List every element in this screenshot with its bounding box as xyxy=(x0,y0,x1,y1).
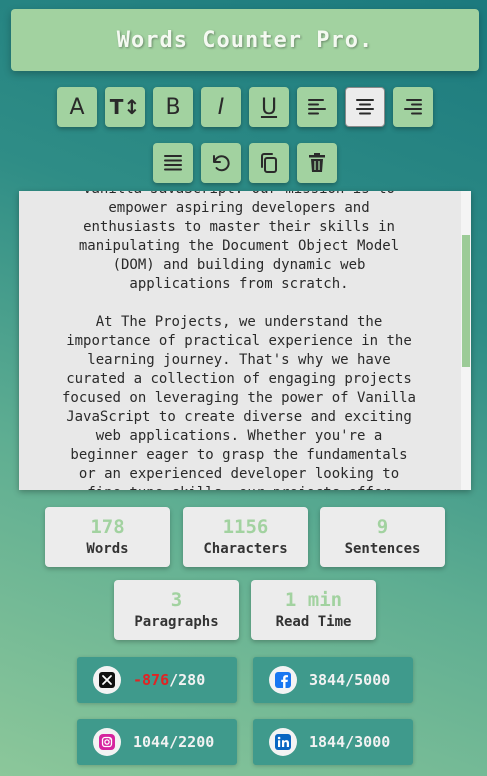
x-count: -876/280 xyxy=(133,671,205,689)
read-time-value: 1 min xyxy=(284,588,343,611)
words-label: Words xyxy=(86,540,129,557)
text-editor[interactable]: Vanilla JavaScript. Our mission is to em… xyxy=(19,191,471,490)
align-left-icon xyxy=(308,99,326,115)
justify-button[interactable] xyxy=(153,143,193,183)
scrollbar-thumb[interactable] xyxy=(462,235,470,367)
characters-count: 1156 xyxy=(222,515,269,538)
trash-icon xyxy=(309,153,325,172)
read-time-stat: 1 min Read Time xyxy=(251,580,376,640)
italic-icon: I xyxy=(217,94,225,120)
sentences-stat: 9 Sentences xyxy=(320,507,445,567)
facebook-count: 3844/5000 xyxy=(309,671,390,689)
linkedin-icon xyxy=(269,728,297,756)
bold-button[interactable]: B xyxy=(153,87,193,127)
text-size-icon: T↕ xyxy=(109,95,141,119)
sentences-count: 9 xyxy=(376,515,389,538)
underline-button[interactable]: U xyxy=(249,87,289,127)
facebook-limit-badge: 3844/5000 xyxy=(253,657,413,703)
bold-icon: B xyxy=(165,94,181,120)
words-count: 178 xyxy=(90,515,125,538)
instagram-remaining: 1044 xyxy=(133,733,170,751)
font-icon: A xyxy=(69,94,85,120)
linkedin-remaining: 1844 xyxy=(309,733,346,751)
app-title: Words Counter Pro. xyxy=(116,27,374,53)
facebook-icon xyxy=(269,666,297,694)
linkedin-limit-badge: 1844/3000 xyxy=(253,719,413,765)
linkedin-count: 1844/3000 xyxy=(309,733,390,751)
instagram-limit: /2200 xyxy=(169,733,215,751)
scrollbar-track[interactable] xyxy=(461,191,471,490)
delete-button[interactable] xyxy=(297,143,337,183)
linkedin-limit: /3000 xyxy=(345,733,391,751)
editor-text[interactable]: Vanilla JavaScript. Our mission is to em… xyxy=(19,191,459,490)
sentences-label: Sentences xyxy=(344,540,421,557)
align-center-icon xyxy=(356,99,374,115)
align-right-icon xyxy=(404,99,422,115)
align-right-button[interactable] xyxy=(393,87,433,127)
characters-label: Characters xyxy=(203,540,288,557)
facebook-remaining: 3844 xyxy=(309,671,346,689)
facebook-limit: /5000 xyxy=(345,671,391,689)
copy-button[interactable] xyxy=(249,143,289,183)
paragraphs-label: Paragraphs xyxy=(134,613,219,630)
read-time-label: Read Time xyxy=(275,613,352,630)
characters-stat: 1156 Characters xyxy=(183,507,308,567)
words-stat: 178 Words xyxy=(45,507,170,567)
x-limit-badge: -876/280 xyxy=(77,657,237,703)
text-size-button[interactable]: T↕ xyxy=(105,87,145,127)
instagram-count: 1044/2200 xyxy=(133,733,214,751)
x-icon xyxy=(93,666,121,694)
instagram-icon xyxy=(93,728,121,756)
paragraphs-stat: 3 Paragraphs xyxy=(114,580,239,640)
align-center-button[interactable] xyxy=(345,87,385,127)
app-header: Words Counter Pro. xyxy=(11,9,479,71)
font-button[interactable]: A xyxy=(57,87,97,127)
x-limit: /280 xyxy=(169,671,206,689)
undo-button[interactable] xyxy=(201,143,241,183)
underline-icon: U xyxy=(260,94,278,120)
align-left-button[interactable] xyxy=(297,87,337,127)
italic-button[interactable]: I xyxy=(201,87,241,127)
undo-icon xyxy=(213,155,230,172)
justify-icon xyxy=(164,155,182,171)
paragraphs-count: 3 xyxy=(170,588,183,611)
x-remaining: -876 xyxy=(133,671,170,689)
copy-icon xyxy=(261,153,277,173)
instagram-limit-badge: 1044/2200 xyxy=(77,719,237,765)
